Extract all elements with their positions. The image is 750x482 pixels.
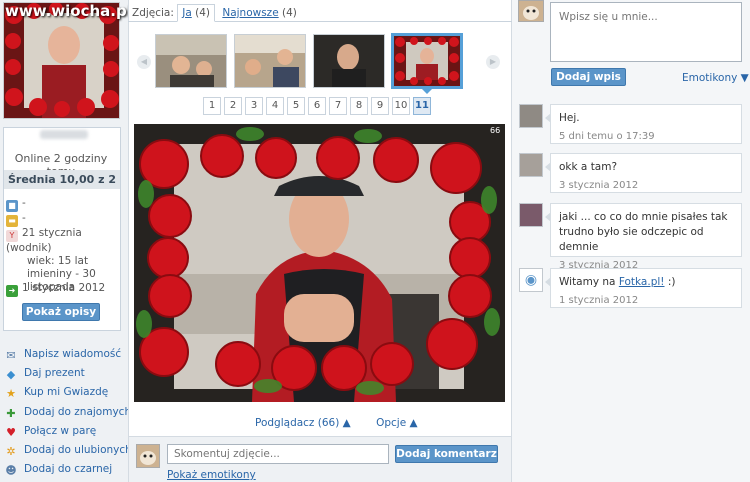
- action-send-message[interactable]: ✉ Napisz wiadomość: [4, 346, 121, 364]
- show-descriptions-button[interactable]: Pokaż opisy: [22, 303, 100, 321]
- page-8[interactable]: 8: [350, 97, 368, 115]
- page-1[interactable]: 1: [203, 97, 221, 115]
- post-time: 1 stycznia 2012: [559, 295, 639, 306]
- tab-newest[interactable]: Najnowsze (4): [218, 5, 301, 23]
- commenter-avatar[interactable]: [519, 153, 543, 177]
- average-rating: Średnia 10,00 z 2: [4, 170, 120, 189]
- main-photo[interactable]: [134, 124, 505, 402]
- photo-counter: 66: [490, 126, 501, 135]
- options-link[interactable]: Opcje ▲: [376, 417, 418, 429]
- commenter-avatar[interactable]: [519, 203, 543, 227]
- show-emoticons-link[interactable]: Pokaż emotikony: [167, 469, 256, 481]
- next-arrow-icon[interactable]: ▶: [486, 55, 500, 69]
- page-5[interactable]: 5: [287, 97, 305, 115]
- page-10[interactable]: 10: [392, 97, 410, 115]
- watermark: www.wiocha.pl: [5, 2, 132, 20]
- fotka-logo-icon: ◉: [519, 268, 543, 292]
- gift-icon: ◆: [6, 368, 16, 381]
- info-row-2: ▬ -: [6, 212, 118, 227]
- heart-icon: ♥: [6, 426, 16, 439]
- post-text: jaki ... co co do mnie pisałes tak trudn…: [559, 211, 728, 253]
- add-post-button[interactable]: Dodaj wpis: [551, 68, 626, 86]
- commenter-avatar[interactable]: [519, 104, 543, 128]
- page-9[interactable]: 9: [371, 97, 389, 115]
- photo-pager: 1 2 3 4 5 6 7 8 9 10 11: [203, 97, 434, 115]
- joined-row: ➜ 1 stycznia 2012: [6, 282, 118, 297]
- age-text: wiek: 15 lat: [27, 255, 89, 267]
- tab-my-photos[interactable]: Ja (4): [177, 4, 215, 22]
- post-text: Hej.: [559, 112, 580, 124]
- wall-post: jaki ... co co do mnie pisałes tak trudn…: [545, 203, 742, 271]
- blurred-username: [40, 130, 88, 139]
- favorite-icon: ✲: [6, 445, 16, 458]
- add-friend-icon: ✚: [6, 407, 16, 420]
- thumbnail-2[interactable]: [234, 34, 306, 88]
- prev-arrow-icon[interactable]: ◀: [137, 55, 151, 69]
- thumbnail-4-selected[interactable]: [391, 33, 463, 89]
- wall-post: Hej. 5 dni temu o 17:39: [545, 104, 742, 144]
- page-4[interactable]: 4: [266, 97, 284, 115]
- selected-thumb-pointer: [420, 87, 434, 94]
- page-6[interactable]: 6: [308, 97, 326, 115]
- page-2[interactable]: 2: [224, 97, 242, 115]
- my-avatar: [136, 444, 160, 468]
- photo-controls: Podglądacz (66) ▲ Opcje ▲: [255, 417, 440, 429]
- post-time: 3 stycznia 2012: [559, 180, 639, 191]
- thumbnail-3[interactable]: [313, 34, 385, 88]
- wall-avatar: [518, 0, 544, 22]
- action-buy-star[interactable]: ★ Kup mi Gwiazdę: [4, 384, 108, 402]
- page-7[interactable]: 7: [329, 97, 347, 115]
- comment-input[interactable]: [167, 444, 389, 464]
- thumbnail-1[interactable]: [155, 34, 227, 88]
- add-comment-button[interactable]: Dodaj komentarz: [395, 445, 498, 463]
- post-text: okk a tam?: [559, 161, 618, 173]
- wall-post: Witamy na Fotka.pl! :) 1 stycznia 2012: [545, 268, 742, 308]
- action-pair[interactable]: ♥ Połącz w parę: [4, 423, 96, 441]
- info-row-1: ■ -: [6, 197, 118, 212]
- blacklist-icon: ☻: [5, 464, 17, 477]
- fotka-link[interactable]: Fotka.pl!: [619, 276, 665, 288]
- action-add-favorite[interactable]: ✲ Dodaj do ulubionych: [4, 442, 131, 460]
- birthday-icon: Y: [6, 230, 18, 242]
- star-icon: ★: [6, 387, 16, 400]
- post-time: 5 dni temu o 17:39: [559, 131, 655, 142]
- page-3[interactable]: 3: [245, 97, 263, 115]
- wall-input[interactable]: [550, 2, 742, 62]
- action-give-gift[interactable]: ◆ Daj prezent: [4, 365, 85, 383]
- photos-label: Zdjęcia:: [132, 7, 174, 19]
- photo-tabs: Zdjęcia: Ja (4) Najnowsze (4): [132, 4, 301, 23]
- folder-icon: ▬: [6, 215, 18, 227]
- action-blacklist[interactable]: ☻ Dodaj do czarnej: [4, 461, 112, 479]
- action-add-friend[interactable]: ✚ Dodaj do znajomych: [4, 404, 131, 422]
- joined-arrow-icon: ➜: [6, 285, 18, 297]
- page-11-current[interactable]: 11: [413, 97, 431, 115]
- emoticons-dropdown[interactable]: Emotikony ▼: [682, 72, 749, 84]
- info-icon: ■: [6, 200, 18, 212]
- wall-post: okk a tam? 3 stycznia 2012: [545, 153, 742, 193]
- viewers-link[interactable]: Podglądacz (66) ▲: [255, 417, 351, 429]
- envelope-icon: ✉: [6, 349, 16, 362]
